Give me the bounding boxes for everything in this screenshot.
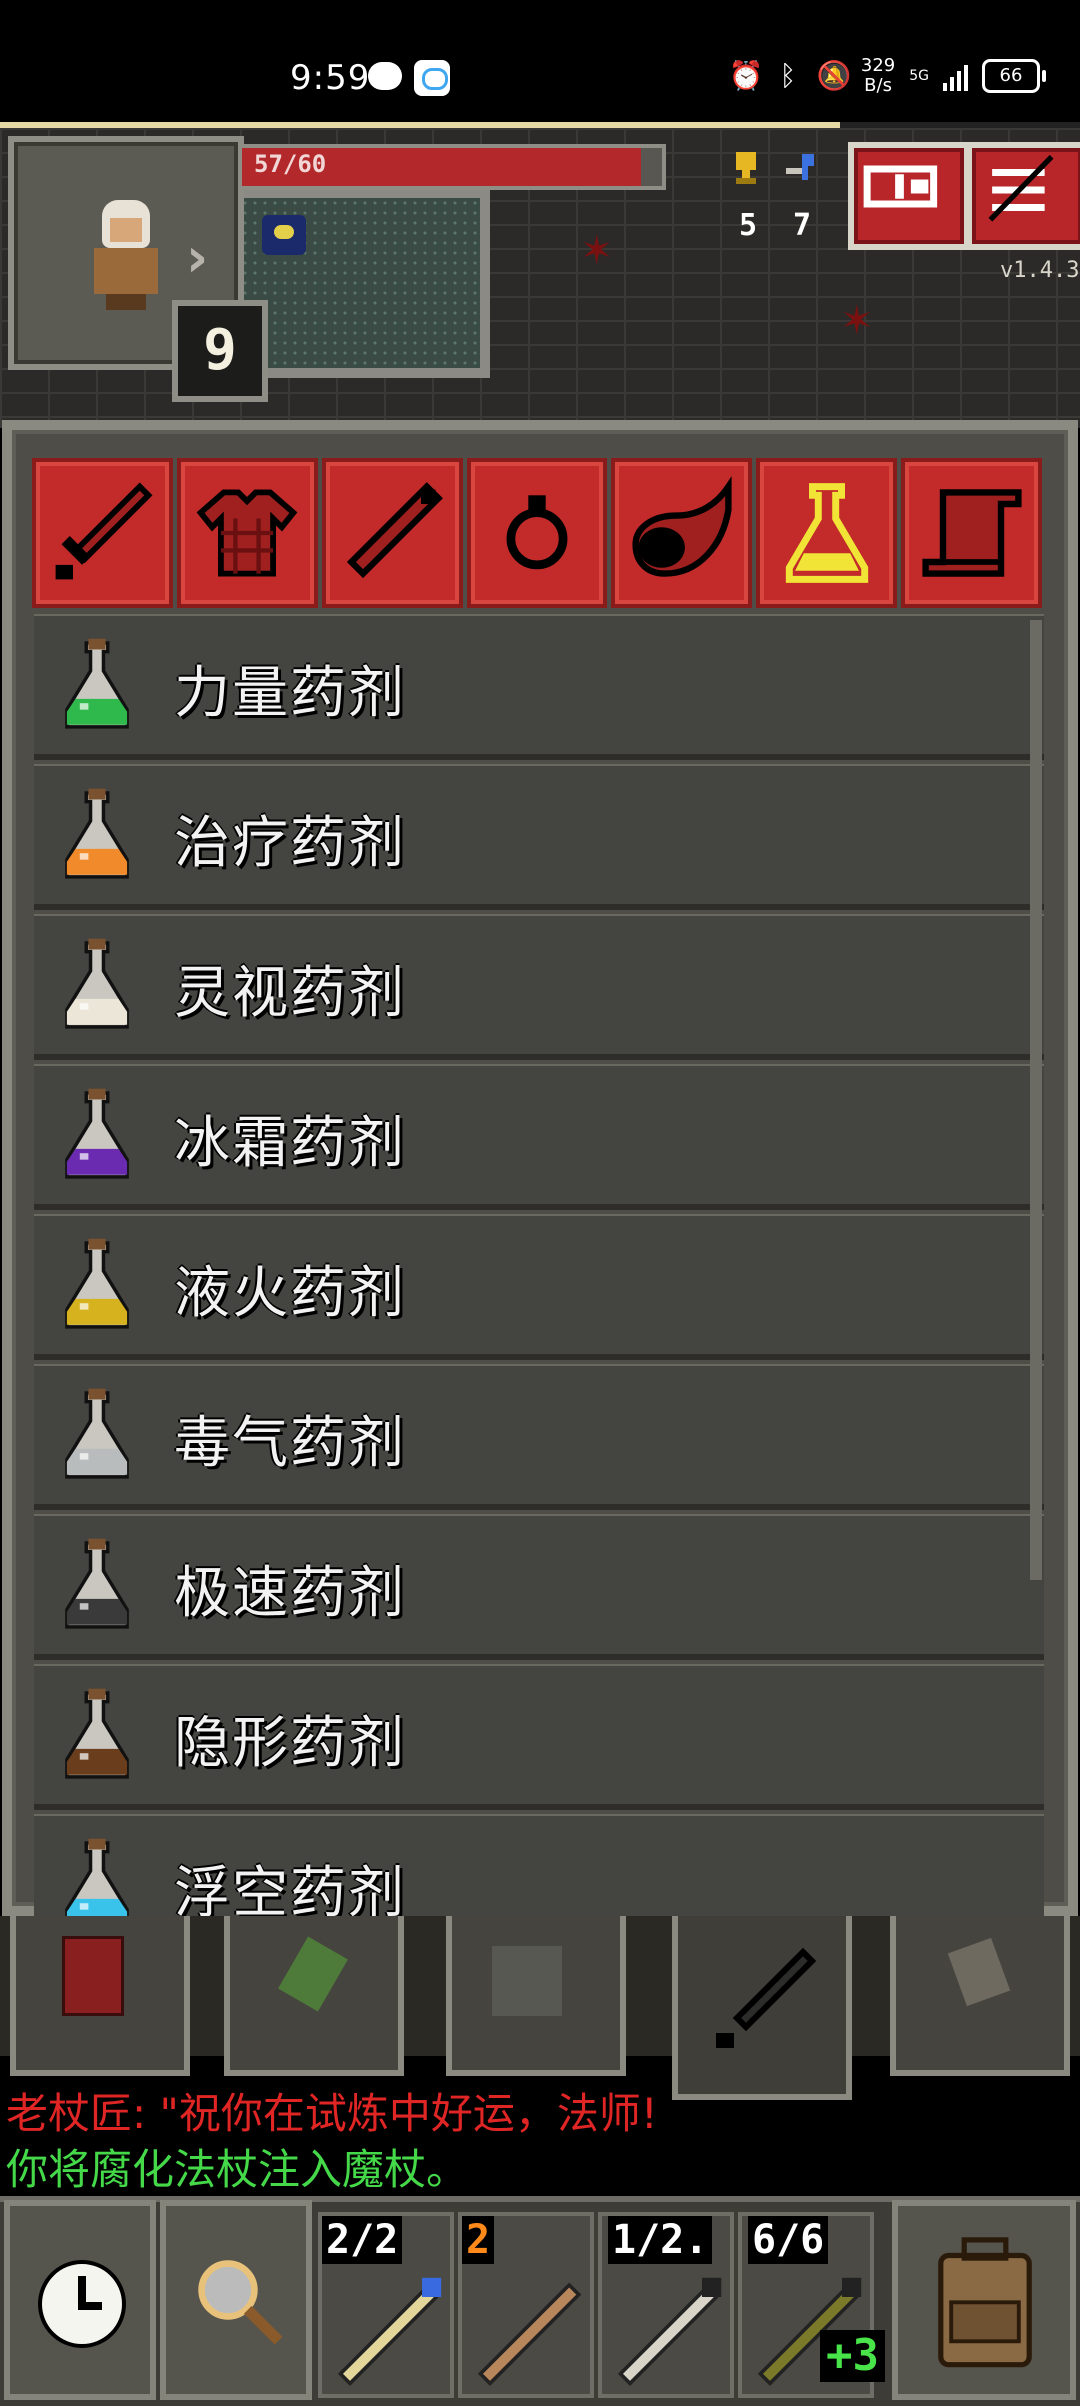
potion-name: 隐形药剂 (174, 1711, 406, 1776)
parchment-icon (947, 1937, 1011, 2007)
journal-icon (863, 165, 938, 208)
potion-flask-icon (65, 1238, 129, 1329)
search-button[interactable] (160, 2200, 312, 2400)
battery-icon: 66 (982, 59, 1046, 93)
sword-icon (56, 482, 153, 580)
key-icon (786, 154, 814, 180)
log-line-1: 老杖匠: "祝你在试炼中好运，法师! (6, 2089, 658, 2138)
list-item[interactable]: 治疗药剂 (34, 764, 1044, 910)
tab-armor[interactable] (176, 458, 318, 608)
catalog-tabs (32, 458, 1043, 608)
potion-name: 冰霜药剂 (174, 1111, 406, 1176)
hero-mage (80, 200, 170, 310)
status-bar: 9:59 ⏰ ᛒ 🔕 329 B/s 5G 66 (0, 0, 1080, 122)
belt-slot-book[interactable] (10, 1916, 190, 2076)
list-scrollbar[interactable] (1030, 620, 1042, 1580)
blood-stain: ✶ (840, 298, 874, 344)
trophy-icon (736, 152, 756, 184)
book-icon (62, 1936, 124, 2016)
mute-bell-icon: 🔕 (816, 59, 852, 92)
wait-button[interactable] (4, 2200, 156, 2400)
glove-icon (492, 1946, 562, 2016)
potion-name: 极速药剂 (174, 1561, 406, 1626)
chevron-right-icon: › (186, 226, 209, 289)
quickslot-2-charges: 2 (462, 2216, 495, 2264)
blood-stain: ✶ (580, 228, 614, 274)
depth-indicator: 9 (172, 300, 268, 402)
bluetooth-icon: ᛒ (779, 59, 797, 92)
potion-flask-icon (65, 1388, 129, 1479)
list-item[interactable]: 隐形药剂 (34, 1664, 1044, 1810)
potion-name: 力量药剂 (174, 661, 406, 726)
belt-slot-sword[interactable] (672, 1916, 852, 2100)
tab-potions[interactable] (756, 458, 898, 608)
potion-list: 力量药剂 治疗药剂 灵视药剂 冰霜药剂 液火药剂 毒气药剂 极速药剂 隐形药剂 浮空药剂 (34, 614, 1044, 1960)
quickslot-4-charges: 6/6 (748, 2216, 829, 2264)
potion-flask-icon (65, 1538, 129, 1629)
potion-name: 毒气药剂 (174, 1411, 406, 1476)
list-item[interactable]: 毒气药剂 (34, 1364, 1044, 1510)
version-label: v1.4.3 (1000, 258, 1080, 283)
clock: 9:59 (290, 58, 371, 98)
gold-pile[interactable] (262, 215, 306, 255)
menu-button[interactable] (966, 142, 1080, 250)
network-type: 5G (909, 68, 929, 84)
upgrade-level: +3 (820, 2330, 885, 2382)
alarm-icon: ⏰ (728, 59, 764, 92)
tab-wands[interactable] (321, 458, 463, 608)
tab-rings[interactable] (466, 458, 608, 608)
net-speed: 329 B/s (860, 55, 896, 96)
list-item[interactable]: 液火药剂 (34, 1214, 1044, 1360)
potion-name: 治疗药剂 (174, 811, 406, 876)
potion-name: 液火药剂 (174, 1261, 406, 1326)
potion-flask-icon (65, 1688, 129, 1779)
ring-icon (506, 495, 568, 570)
chat-app-icon (414, 60, 450, 96)
potion-name: 灵视药剂 (174, 961, 406, 1026)
list-item[interactable]: 灵视药剂 (34, 914, 1044, 1060)
belt-slot-glove[interactable] (446, 1916, 626, 2076)
quickslot-3-charges: 1/2. (608, 2216, 713, 2264)
health-bar: 57/60 (238, 144, 666, 190)
armor-icon (196, 489, 298, 577)
potion-flask-icon (65, 938, 129, 1029)
key-counter: 7 (782, 150, 822, 250)
menu-icon (988, 154, 1054, 222)
list-item[interactable]: 冰霜药剂 (34, 1064, 1044, 1210)
potion-flask-icon (65, 788, 129, 879)
wechat-icon (368, 62, 402, 90)
log-line-2: 你将腐化法杖注入魔杖。 (6, 2145, 469, 2194)
list-item[interactable]: 力量药剂 (34, 614, 1044, 760)
backpack-button[interactable] (892, 2200, 1076, 2400)
sword-icon (716, 1947, 817, 2048)
potion-flask-icon (65, 638, 129, 729)
potion-flask-icon (65, 1088, 129, 1179)
backpack-icon (938, 2237, 1032, 2368)
health-text: 57/60 (254, 150, 327, 178)
scroll-icon (921, 489, 1022, 577)
journal-button[interactable] (848, 142, 970, 250)
quickslot-1-charges: 2/2 (322, 2216, 403, 2264)
belt-slot-scroll[interactable] (890, 1916, 1070, 2076)
magnifier-icon (198, 2260, 283, 2345)
clock-icon (38, 2260, 126, 2348)
tab-artifacts[interactable] (611, 458, 753, 608)
challenge-counter: 5 (728, 150, 768, 250)
potion-icon (785, 483, 868, 583)
horn-icon (632, 476, 732, 577)
list-item[interactable]: 极速药剂 (34, 1514, 1044, 1660)
seed-icon (278, 1936, 348, 2012)
wand-icon (347, 482, 444, 579)
signal-icon (943, 61, 968, 91)
tab-scrolls[interactable] (901, 458, 1043, 608)
belt-slot-seed[interactable] (224, 1916, 404, 2076)
tab-weapons[interactable] (32, 458, 173, 608)
